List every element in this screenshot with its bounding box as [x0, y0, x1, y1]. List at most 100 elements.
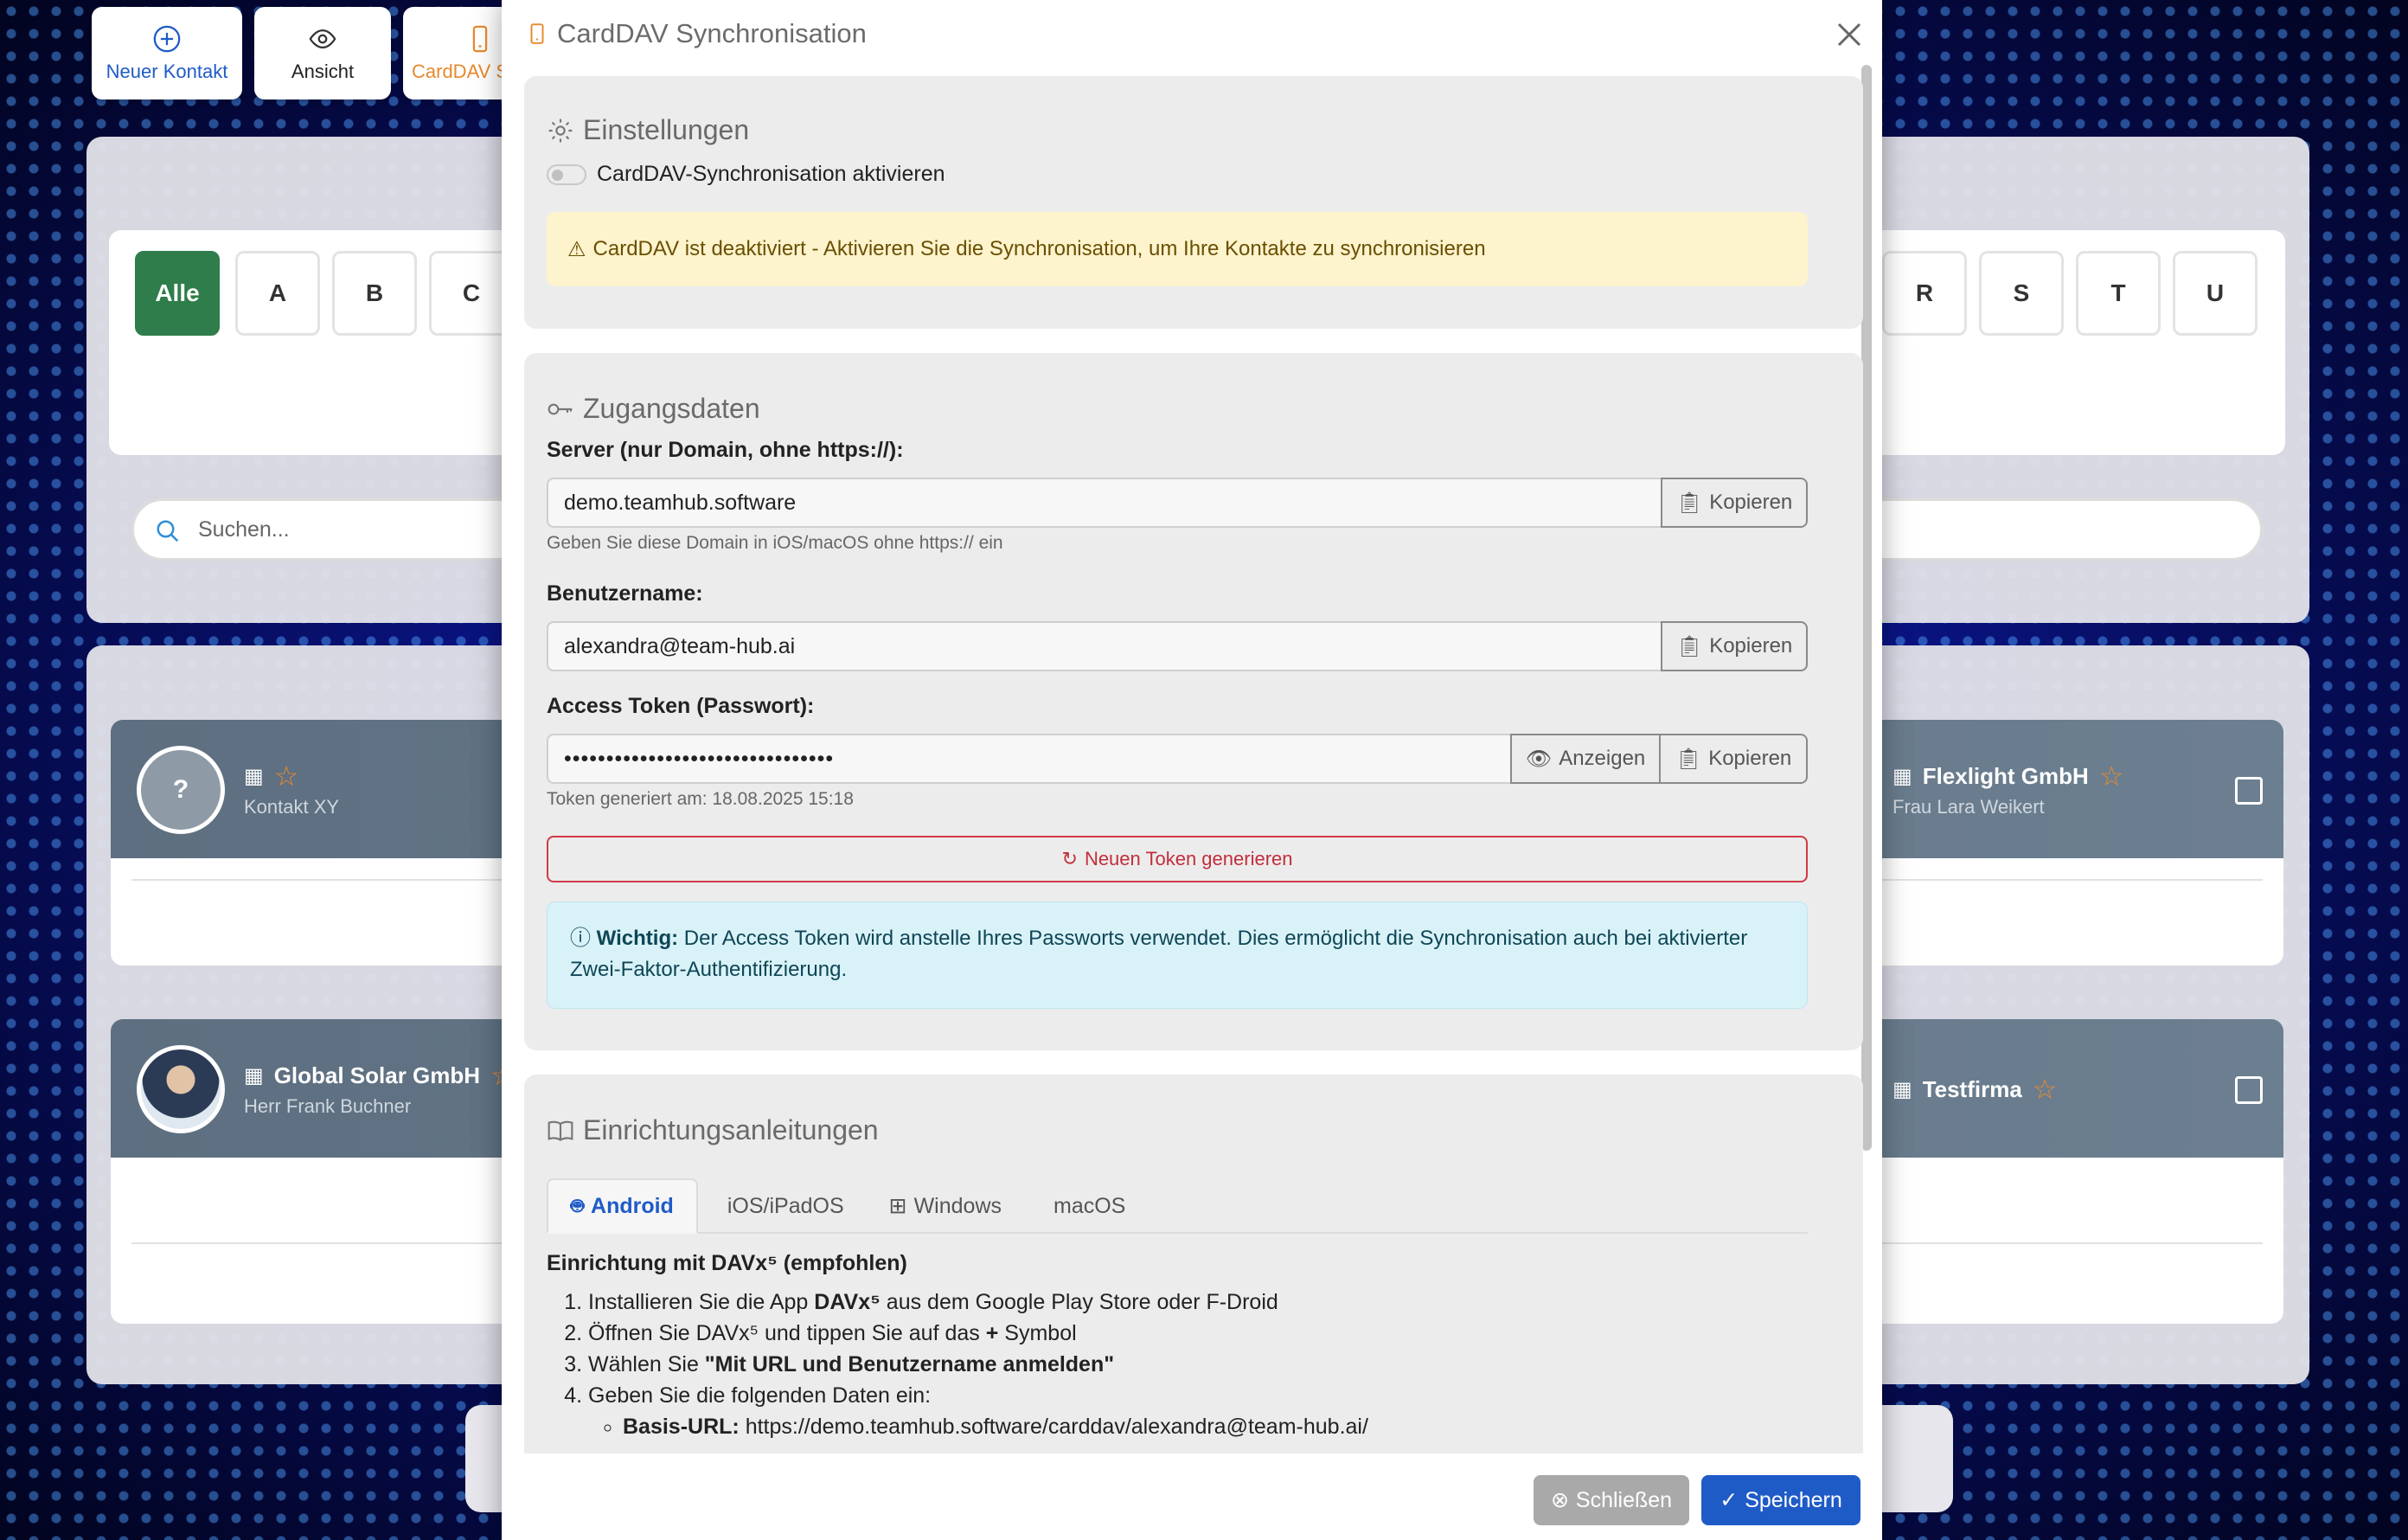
show-token-button[interactable]: 👁︎ Anzeigen [1510, 734, 1661, 784]
guide-substeps: Basis-URL: https://demo.teamhub.software… [588, 1411, 1808, 1442]
guide-step: Öffnen Sie DAVx⁵ und tippen Sie auf das … [588, 1318, 1808, 1349]
copy-label: Kopieren [1709, 634, 1793, 658]
phone-icon [472, 25, 488, 52]
filter-s[interactable]: S [1979, 251, 2064, 336]
token-hint: Token generiert am: 18.08.2025 15:18 [547, 789, 854, 809]
server-input[interactable]: demo.teamhub.software [547, 478, 1661, 528]
book-icon [548, 1120, 573, 1141]
show-label: Anzeigen [1559, 747, 1646, 770]
filter-all[interactable]: Alle [135, 251, 220, 336]
base-url-value: https://demo.teamhub.software/carddav/al… [745, 1415, 1368, 1439]
view-label: Ansicht [291, 60, 355, 82]
token-label: Access Token (Passwort): [547, 694, 815, 718]
contact-title: ▦ ☆ [244, 760, 298, 792]
phone-icon [530, 23, 544, 44]
avatar: ? [137, 746, 225, 834]
refresh-icon: ↻ [1061, 848, 1078, 869]
tab-label: iOS/iPadOS [727, 1193, 844, 1218]
favorite-star-icon[interactable]: ☆ [274, 760, 299, 792]
save-label: Speichern [1745, 1487, 1842, 1512]
contact-name: Testfirma [1922, 1075, 2022, 1102]
avatar-initial: ? [172, 775, 189, 804]
sync-toggle[interactable] [547, 164, 586, 185]
step-bold: + [985, 1321, 999, 1345]
info-bold: Wichtig: [596, 927, 679, 950]
close-label: Schließen [1575, 1487, 1673, 1512]
carddav-button[interactable]: CardDAV S [403, 7, 516, 99]
favorite-star-icon[interactable]: ☆ [2099, 760, 2124, 792]
building-icon: ▦ [244, 1063, 264, 1088]
android-icon: 🤖︎ [571, 1194, 585, 1218]
copy-label: Kopieren [1708, 747, 1792, 770]
username-input[interactable]: alexandra@team-hub.ai [547, 621, 1661, 671]
contact-subtitle: Herr Frank Buchner [244, 1095, 412, 1117]
guide-step: Geben Sie die folgenden Daten ein: Basis… [588, 1380, 1808, 1442]
step-text: Symbol [998, 1321, 1077, 1345]
token-field: •••••••••••••••••••••••••••••••• 👁︎ Anze… [547, 734, 1808, 784]
copy-token-button[interactable]: 📋︎ Kopieren [1661, 734, 1808, 784]
tab-label: Windows [913, 1193, 1002, 1218]
guide-tabs: 🤖︎ Android iOS/iPadOS ⊞ Windows macOS [547, 1178, 1808, 1234]
key-icon [548, 403, 573, 414]
tab-label: macOS [1054, 1193, 1126, 1218]
username-label: Benutzername: [547, 581, 703, 606]
contact-title[interactable]: ▦ Testfirma ☆ [1892, 1073, 2057, 1106]
filter-t[interactable]: T [2076, 251, 2161, 336]
warning-text: CardDAV ist deaktiviert - Aktivieren Sie… [592, 237, 1486, 260]
contact-title[interactable]: ▦ Flexlight GmbH ☆ [1892, 760, 2124, 792]
tab-android[interactable]: 🤖︎ Android [547, 1178, 698, 1234]
carddav-modal: CardDAV Synchronisation Einstellungen Ca… [502, 0, 1882, 1540]
building-icon: ▦ [244, 764, 264, 788]
copy-username-button[interactable]: 📋︎ Kopieren [1661, 621, 1808, 671]
filter-b[interactable]: B [332, 251, 417, 336]
external-link-icon[interactable] [2235, 777, 2263, 805]
contact-name: Flexlight GmbH [1922, 762, 2089, 789]
guide-steps: Installieren Sie die App DAVx⁵ aus dem G… [547, 1287, 1808, 1442]
settings-section: Einstellungen CardDAV-Synchronisation ak… [524, 76, 1863, 329]
warning-icon: ⚠ [567, 237, 586, 261]
building-icon: ▦ [1892, 764, 1912, 788]
settings-title-text: Einstellungen [583, 114, 750, 145]
new-contact-label: Neuer Kontakt [106, 60, 228, 82]
filter-r[interactable]: R [1882, 251, 1967, 336]
guide-step: Installieren Sie die App DAVx⁵ aus dem G… [588, 1287, 1808, 1318]
favorite-star-icon[interactable]: ☆ [2033, 1073, 2058, 1106]
building-icon: ▦ [1892, 1077, 1912, 1101]
carddav-label: CardDAV S [412, 60, 509, 82]
step-bold: "Mit URL und Benutzername anmelden" [704, 1352, 1115, 1376]
contact-subtitle: Kontakt XY [244, 796, 340, 818]
step-text: Wählen Sie [588, 1352, 705, 1376]
access-title: Zugangsdaten [547, 393, 760, 425]
new-contact-button[interactable]: Neuer Kontakt [92, 7, 242, 99]
contact-subtitle: Frau Lara Weikert [1892, 796, 2045, 818]
guide-substep: Basis-URL: https://demo.teamhub.software… [623, 1411, 1808, 1442]
tab-label: Android [591, 1193, 674, 1218]
plus-circle-icon [153, 25, 181, 52]
filter-a[interactable]: A [235, 251, 320, 336]
close-circle-icon: ⊗ [1550, 1488, 1569, 1512]
regenerate-token-button[interactable]: ↻ Neuen Token generieren [547, 836, 1808, 882]
tab-macos[interactable]: macOS [1024, 1178, 1148, 1234]
info-alert: ⓘ Wichtig: Der Access Token wird anstell… [547, 902, 1808, 1009]
info-icon: ⓘ [570, 927, 591, 950]
eye-icon [309, 29, 336, 48]
filter-u[interactable]: U [2173, 251, 2258, 336]
modal-title: CardDAV Synchronisation [557, 18, 867, 48]
close-icon[interactable] [1834, 19, 1865, 50]
copy-label: Kopieren [1709, 491, 1793, 514]
step-text: Installieren Sie die App [588, 1290, 815, 1314]
gear-icon [548, 119, 573, 142]
search-icon [157, 520, 179, 542]
token-input[interactable]: •••••••••••••••••••••••••••••••• [547, 734, 1510, 784]
modal-header: CardDAV Synchronisation [502, 0, 1882, 67]
view-button[interactable]: Ansicht [254, 7, 391, 99]
server-hint: Geben Sie diese Domain in iOS/macOS ohne… [547, 533, 1003, 553]
tab-ios[interactable]: iOS/iPadOS [698, 1178, 867, 1234]
external-link-icon[interactable] [2235, 1076, 2263, 1104]
save-button[interactable]: ✓ Speichern [1701, 1475, 1860, 1525]
windows-icon: ⊞ [888, 1194, 907, 1218]
close-button[interactable]: ⊗ Schließen [1534, 1475, 1689, 1525]
tab-windows[interactable]: ⊞ Windows [867, 1178, 1024, 1234]
copy-server-button[interactable]: 📋︎ Kopieren [1661, 478, 1808, 528]
contact-title[interactable]: ▦ Global Solar GmbH ☆ [244, 1059, 516, 1092]
